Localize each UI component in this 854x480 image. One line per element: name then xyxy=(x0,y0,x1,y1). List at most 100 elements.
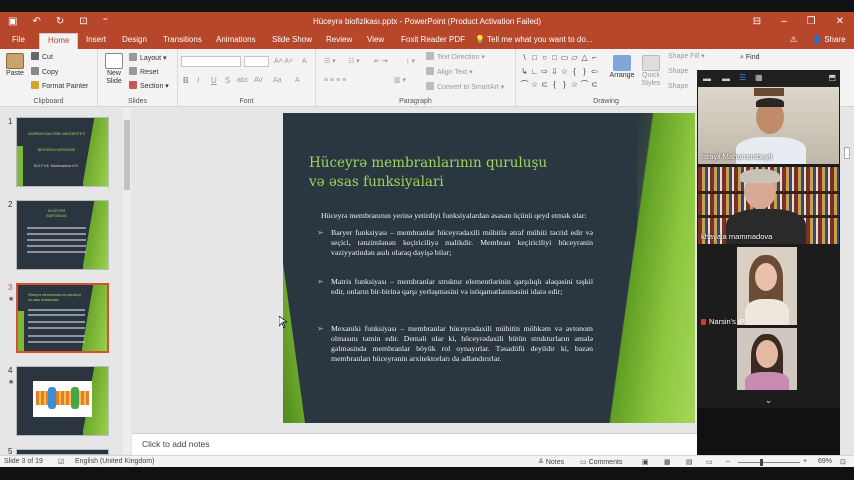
shape-outline-button[interactable]: Shape xyxy=(668,67,688,76)
tab-animations[interactable]: Animations xyxy=(216,35,256,44)
paste-button[interactable]: Paste xyxy=(4,53,26,78)
shape-gallery-item[interactable]: □ xyxy=(530,53,539,66)
notes-toggle[interactable]: ≙ Notes xyxy=(538,458,564,466)
slide-thumbnail[interactable]: AZƏRBAYCAN TİBB UNİVERSİTETİ BİOFİZİKA K… xyxy=(16,117,109,187)
find-button[interactable]: ⌕ Find xyxy=(740,53,760,62)
shape-gallery-item[interactable]: { xyxy=(570,67,579,80)
text-direction-button[interactable]: Text Direction ▾ xyxy=(426,52,485,62)
section-button[interactable]: Section ▾ xyxy=(129,81,169,91)
change-case-button[interactable]: Aa xyxy=(273,76,282,85)
shape-gallery-item[interactable]: ⌒ xyxy=(580,80,589,93)
shadow-button[interactable]: abc xyxy=(237,76,248,85)
font-color-button[interactable]: A xyxy=(295,76,300,85)
shape-gallery-item[interactable]: ⇨ xyxy=(540,67,549,80)
thumbnails-scrollbar[interactable] xyxy=(123,108,131,454)
tab-design[interactable]: Design xyxy=(122,35,147,44)
shape-gallery-item[interactable]: ⊂ xyxy=(540,80,549,93)
slide-title[interactable]: Hüceyrə membranlarının quruluşu və əsas … xyxy=(309,154,559,192)
tell-me-search[interactable]: 💡 Tell me what you want to do... xyxy=(475,35,592,44)
slide-thumbnail[interactable]: HÜCEYRƏ BİOFİZİKASI xyxy=(16,200,109,270)
scrollbar-thumb[interactable] xyxy=(124,120,130,190)
format-painter-button[interactable]: Format Painter xyxy=(31,81,88,91)
restore-icon[interactable]: ❐ xyxy=(807,15,816,28)
view-switch-icon[interactable]: ☰ xyxy=(739,73,746,82)
shape-effects-button[interactable]: Shape xyxy=(668,82,688,91)
line-spacing-icon[interactable]: ↕ ▾ xyxy=(406,57,415,66)
participant-tile[interactable]: khayala mammadova xyxy=(698,167,839,244)
shape-gallery-item[interactable]: ☆ xyxy=(570,80,579,93)
shape-gallery-item[interactable]: ○ xyxy=(540,53,549,66)
zoom-slider-handle[interactable] xyxy=(760,459,763,466)
language-indicator[interactable]: English (United Kingdom) xyxy=(75,458,154,465)
shape-gallery-item[interactable]: ⇦ xyxy=(590,67,599,80)
notes-pane[interactable]: Click to add notes xyxy=(132,433,697,455)
participant-tile[interactable]: İsrayil Maharrambayli xyxy=(698,87,839,164)
minimize-icon[interactable]: – xyxy=(781,15,787,28)
bullets-icon[interactable]: ☰ ▾ xyxy=(324,57,336,66)
share-button[interactable]: 👤 Share xyxy=(812,35,846,44)
numbering-icon[interactable]: ☷ ▾ xyxy=(348,57,360,66)
zoom-in-icon[interactable]: + xyxy=(803,458,807,465)
normal-view-icon[interactable]: ▣ xyxy=(642,458,649,466)
tab-slide-show[interactable]: Slide Show xyxy=(272,35,312,44)
participant-tile[interactable] xyxy=(737,247,797,325)
fit-slide-icon[interactable]: ⊡ xyxy=(840,458,846,466)
bold-button[interactable]: B xyxy=(183,76,189,85)
shape-gallery-item[interactable]: △ xyxy=(580,53,589,66)
shape-gallery-item[interactable]: } xyxy=(580,67,589,80)
slide-thumbnail-selected[interactable]: Hüceyrə membranlarının quruluşu və əsas … xyxy=(16,283,109,353)
minimize-video-icon[interactable]: ▬ xyxy=(703,74,711,83)
scrollbar-thumb[interactable] xyxy=(844,147,850,159)
tab-foxit-reader-pdf[interactable]: Foxit Reader PDF xyxy=(401,35,465,44)
smartart-button[interactable]: Convert to SmartArt ▾ xyxy=(426,82,504,92)
shape-gallery-item[interactable]: ∟ xyxy=(530,67,539,80)
tab-home[interactable]: Home xyxy=(39,33,79,49)
comments-toggle[interactable]: ▭ Comments xyxy=(580,458,622,466)
arrange-button[interactable]: Arrange xyxy=(608,55,636,80)
zoom-slider[interactable] xyxy=(738,462,800,463)
tab-insert[interactable]: Insert xyxy=(86,35,106,44)
close-icon[interactable]: ✕ xyxy=(836,15,844,28)
copy-button[interactable]: Copy xyxy=(31,67,58,77)
participant-tile[interactable] xyxy=(737,328,797,390)
tab-view[interactable]: View xyxy=(367,35,384,44)
shape-gallery-item[interactable]: \ xyxy=(520,53,529,66)
shape-gallery-item[interactable]: ⊂ xyxy=(590,80,599,93)
slide-sorter-icon[interactable]: ▦ xyxy=(664,458,671,466)
columns-icon[interactable]: ▥ ▾ xyxy=(394,76,406,85)
shape-gallery-item[interactable]: ⇩ xyxy=(550,67,559,80)
gallery-view-icon[interactable]: ▦ xyxy=(755,73,763,82)
zoom-out-icon[interactable]: – xyxy=(726,458,730,465)
align-text-button[interactable]: Align Text ▾ xyxy=(426,67,473,77)
hide-video-icon[interactable]: ▬ xyxy=(722,74,730,83)
shape-gallery-item[interactable]: } xyxy=(560,80,569,93)
maximize-video-icon[interactable]: ⬒ xyxy=(828,73,836,82)
shape-gallery-item[interactable]: ↳ xyxy=(520,67,529,80)
slide-scrollbar[interactable] xyxy=(840,107,854,455)
shape-gallery-item[interactable]: □ xyxy=(550,53,559,66)
strikethrough-button[interactable]: S xyxy=(225,76,230,85)
spellcheck-icon[interactable]: ☑ xyxy=(58,458,64,466)
reset-button[interactable]: Reset xyxy=(129,67,158,77)
tab-transitions[interactable]: Transitions xyxy=(163,35,202,44)
slide-body-text[interactable]: Hüceyrə membranının yerinə yetirdiyi fun… xyxy=(317,211,593,378)
shape-gallery-item[interactable]: ☆ xyxy=(530,80,539,93)
shape-gallery-item[interactable]: ⌒ xyxy=(520,80,529,93)
shapes-gallery[interactable]: \ □ ○ □ ▭ ▱ △ ⌐ ↳ ∟ ⇨ ⇩ ☆{} ⇦ ⌒ ☆ ⊂{} ☆ ⌒ ⊂ xyxy=(520,53,598,93)
align-icons[interactable]: ≡ ≡ ≡ ≡ xyxy=(324,76,346,85)
cut-button[interactable]: Cut xyxy=(31,52,53,62)
chevron-down-icon[interactable]: ⌄ xyxy=(697,395,840,406)
shape-gallery-item[interactable]: ☆ xyxy=(560,67,569,80)
font-name-dropdown[interactable] xyxy=(181,56,241,67)
tab-file[interactable]: File xyxy=(12,35,25,44)
ribbon-display-icon[interactable]: ⊟ xyxy=(753,15,761,28)
slideshow-view-icon[interactable]: ▭ xyxy=(706,458,713,466)
quick-styles-button[interactable]: Quick Styles xyxy=(638,55,664,88)
indent-icons[interactable]: ⇤ ⇥ xyxy=(374,57,388,66)
warning-icon[interactable]: ⚠ xyxy=(790,35,797,44)
clear-format-icon[interactable]: A xyxy=(302,57,307,66)
slide-thumbnail[interactable] xyxy=(16,366,109,436)
layout-button[interactable]: Layout ▾ xyxy=(129,53,167,63)
char-spacing-button[interactable]: AV xyxy=(254,76,263,85)
shape-fill-button[interactable]: Shape Fill ▾ xyxy=(668,52,705,61)
